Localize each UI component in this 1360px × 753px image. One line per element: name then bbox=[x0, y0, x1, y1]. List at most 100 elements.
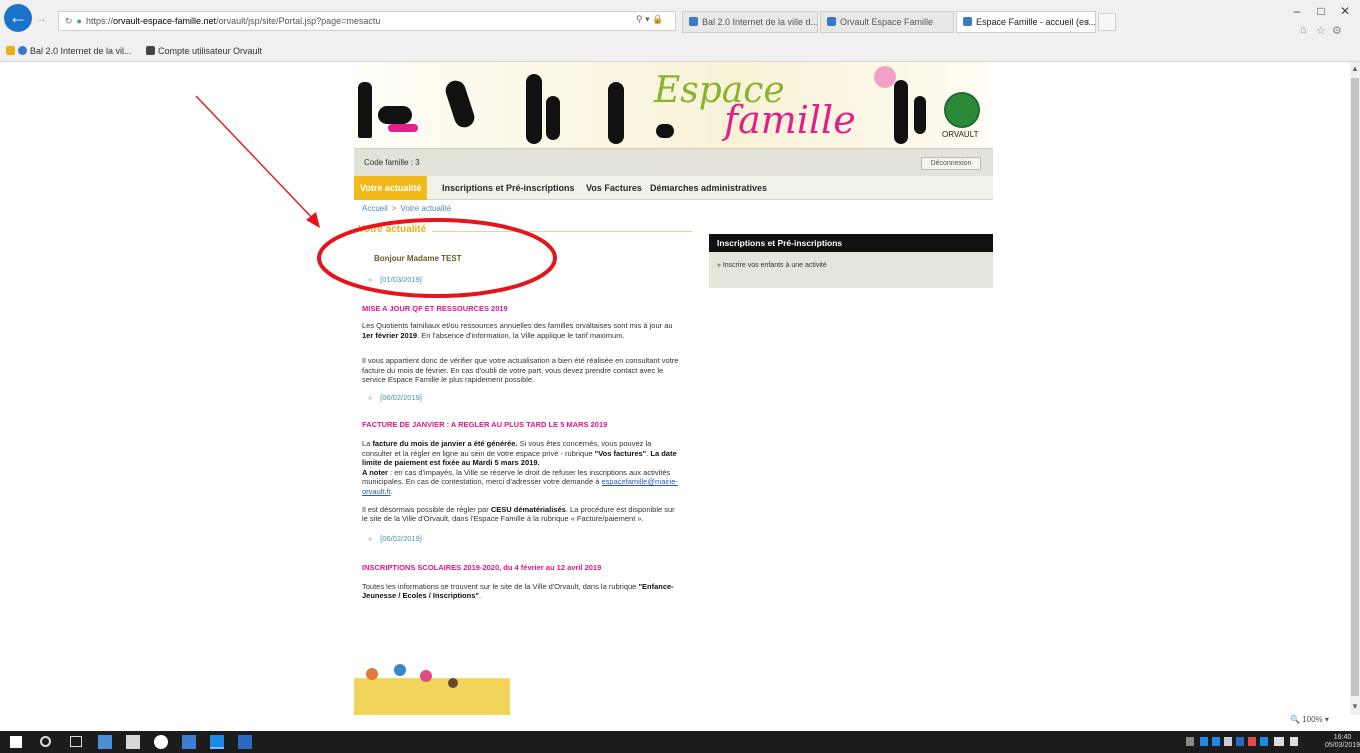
annotation-arrowhead bbox=[306, 212, 320, 228]
url-host: orvault-espace-famille.net bbox=[113, 16, 217, 26]
main-menu: Votre actualité Inscriptions et Pré-insc… bbox=[354, 176, 993, 200]
section-title: Votre actualité bbox=[358, 224, 433, 235]
menu-vos-factures[interactable]: Vos Factures bbox=[580, 176, 648, 200]
tray-icon[interactable] bbox=[1224, 737, 1232, 746]
news-text: Il est désormais possible de régler par bbox=[362, 504, 491, 514]
scrollbar-thumb[interactable] bbox=[1351, 78, 1359, 696]
inscrire-enfants-link[interactable]: » Inscrire vos enfants à une activité bbox=[717, 262, 827, 269]
close-tab-icon[interactable]: × bbox=[1085, 17, 1090, 27]
system-clock[interactable]: 16:40 05/03/2019 bbox=[1325, 734, 1360, 750]
url-prefix: https:// bbox=[85, 16, 113, 26]
internet-explorer-icon[interactable] bbox=[210, 735, 224, 749]
tab-label: Bal 2.0 Internet de la ville d... bbox=[702, 17, 818, 27]
news-body: Il vous appartient donc de vérifier que … bbox=[362, 356, 679, 385]
silhouette-figure bbox=[358, 82, 372, 138]
home-icon[interactable]: ⌂ bbox=[1300, 24, 1307, 36]
banner-title-famille: famille bbox=[724, 98, 856, 142]
people-app-icon[interactable] bbox=[98, 735, 112, 749]
settings-gear-icon[interactable]: ⚙ bbox=[1332, 24, 1342, 37]
favorites-star-icon[interactable]: ☆ bbox=[1316, 24, 1326, 37]
section-header: Votre actualité bbox=[358, 222, 692, 240]
news-text-bold: CESU dématérialisés bbox=[490, 504, 566, 514]
kid-figure bbox=[366, 668, 378, 680]
minimize-icon[interactable]: – bbox=[1284, 0, 1310, 22]
favorite-item-bal[interactable]: Bal 2.0 Internet de la vil... bbox=[6, 46, 132, 56]
close-icon[interactable]: ✕ bbox=[1332, 0, 1358, 22]
silhouette-jumping-child bbox=[443, 78, 477, 130]
clock-date: 05/03/2019 bbox=[1325, 742, 1360, 749]
page-viewport: Espace famille ORVAULT Code famille : 3 … bbox=[0, 62, 1350, 715]
main-content: Votre actualité Bonjour Madame TEST [01/… bbox=[358, 222, 692, 601]
silhouette-stroller bbox=[378, 106, 412, 124]
zoom-indicator[interactable]: 🔍 100% ▾ bbox=[1290, 715, 1329, 724]
mail-app-icon[interactable] bbox=[126, 735, 140, 749]
espace-famille-site: Espace famille ORVAULT Code famille : 3 … bbox=[354, 62, 993, 715]
new-tab-button[interactable] bbox=[1098, 13, 1116, 31]
explorer-icon[interactable] bbox=[182, 735, 196, 749]
news-text: . En l'absence d'information, la Ville a… bbox=[417, 330, 625, 340]
logo-text: ORVAULT bbox=[942, 130, 979, 139]
tray-icon[interactable] bbox=[1186, 737, 1194, 746]
app-icon[interactable] bbox=[238, 735, 252, 749]
news-title: INSCRIPTIONS SCOLAIRES 2019-2020, du 4 f… bbox=[362, 562, 602, 572]
inscriptions-box: Inscriptions et Pré-inscriptions » Inscr… bbox=[709, 234, 993, 288]
tab-2[interactable]: Orvault Espace Famille bbox=[820, 11, 954, 33]
favorite-label: Bal 2.0 Internet de la vil... bbox=[30, 46, 132, 56]
maximize-icon[interactable]: □ bbox=[1308, 0, 1334, 22]
annotation-arrow-line bbox=[195, 95, 317, 223]
app-icon[interactable] bbox=[154, 735, 168, 749]
back-arrow-icon[interactable]: ← bbox=[4, 4, 32, 32]
silhouette-figure bbox=[894, 80, 908, 144]
tray-icon[interactable] bbox=[1200, 737, 1208, 746]
user-bar: Code famille : 3 Déconnexion bbox=[354, 148, 993, 176]
address-bar[interactable]: ↻ ● https://orvault-espace-famille.net/orv… bbox=[58, 11, 676, 31]
scroll-down-icon[interactable]: ▼ bbox=[1351, 702, 1359, 711]
news-text: Les Quotients familiaux et/ou ressources… bbox=[362, 321, 673, 330]
task-view-icon[interactable] bbox=[70, 736, 82, 747]
menu-demarches[interactable]: Démarches administratives bbox=[644, 176, 773, 200]
tab-label: Espace Famille - accueil (es... bbox=[976, 17, 1096, 27]
network-icon[interactable] bbox=[1274, 737, 1284, 746]
site-banner: Espace famille ORVAULT bbox=[354, 62, 993, 148]
site-icon bbox=[18, 46, 27, 55]
news-date-link[interactable]: [06/02/2019] bbox=[368, 393, 692, 402]
menu-inscriptions[interactable]: Inscriptions et Pré-inscriptions bbox=[436, 176, 581, 200]
tab-1[interactable]: Bal 2.0 Internet de la ville d... bbox=[682, 11, 818, 33]
news-text-bold: "Vos factures" bbox=[594, 448, 647, 458]
search-icon[interactable] bbox=[40, 736, 51, 747]
stroller-wheel bbox=[388, 124, 418, 132]
vertical-scrollbar[interactable]: ▲ ▼ bbox=[1350, 62, 1360, 715]
news-date-link[interactable]: [01/03/2019] bbox=[368, 275, 692, 284]
forward-arrow-icon[interactable]: → bbox=[36, 12, 50, 26]
news-date-link[interactable]: [06/02/2019] bbox=[368, 534, 692, 543]
news-text: La bbox=[362, 438, 373, 448]
volume-icon[interactable] bbox=[1290, 737, 1298, 746]
favorite-label: Compte utilisateur Orvault bbox=[158, 46, 263, 56]
search-dropdown-icon[interactable]: ⚲ ▾ 🔒 bbox=[636, 14, 663, 25]
scroll-up-icon[interactable]: ▲ bbox=[1351, 64, 1359, 73]
tab-label: Orvault Espace Famille bbox=[840, 17, 934, 27]
windows-start-icon[interactable] bbox=[10, 736, 22, 748]
news-text-bold: facture du mois de janvier a été générée… bbox=[372, 438, 518, 448]
tray-icon[interactable] bbox=[1260, 737, 1268, 746]
greeting-text: Bonjour Madame TEST bbox=[374, 254, 462, 263]
tray-icon[interactable] bbox=[1248, 737, 1256, 746]
logout-button[interactable]: Déconnexion bbox=[921, 157, 981, 170]
tray-icon[interactable] bbox=[1212, 737, 1220, 746]
browser-chrome: ← → ↻ ● https://orvault-espace-famille.net… bbox=[0, 0, 1360, 62]
breadcrumb-home-link[interactable]: Accueil bbox=[362, 204, 388, 213]
tab-3-active[interactable]: Espace Famille - accueil (es... × bbox=[956, 11, 1096, 33]
url-path: /orvault/jsp/site/Portal.jsp?page=mesact… bbox=[216, 16, 381, 26]
news-text-bold: A noter bbox=[362, 467, 388, 477]
zoom-value: 100% bbox=[1302, 715, 1323, 724]
news-title: FACTURE DE JANVIER : A REGLER AU PLUS TA… bbox=[362, 419, 608, 429]
favorite-item-compte[interactable]: Compte utilisateur Orvault bbox=[146, 46, 262, 56]
menu-votre-actualite[interactable]: Votre actualité bbox=[354, 176, 428, 200]
kid-figure bbox=[448, 678, 458, 688]
breadcrumb-separator: > bbox=[391, 204, 397, 213]
tray-icon[interactable] bbox=[1236, 737, 1244, 746]
orvault-tree-logo-icon bbox=[944, 92, 980, 128]
silhouette-baby bbox=[656, 124, 674, 138]
tab-favicon-icon bbox=[827, 17, 836, 26]
reload-icon[interactable]: ↻ bbox=[65, 16, 73, 26]
